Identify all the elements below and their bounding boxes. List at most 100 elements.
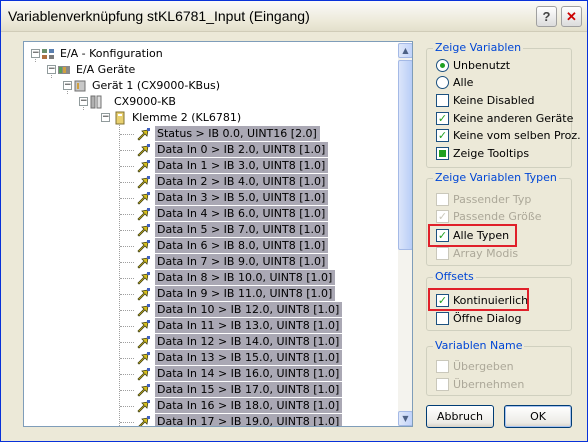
tree-connector — [120, 406, 134, 407]
option-label: Übernehmen — [453, 378, 525, 391]
variable-label: Status > IB 0.0, UINT16 [2.0] — [155, 126, 320, 141]
variable-row[interactable]: Data In 16 > IB 18.0, UINT8 [1.0] — [24, 398, 396, 414]
radio-button[interactable] — [436, 76, 449, 89]
input-variable-icon — [136, 367, 152, 381]
tree-node-geraet1[interactable]: − Gerät 1 (CX9000-KBus) — [24, 78, 384, 94]
variable-row[interactable]: Data In 3 > IB 5.0, UINT8 [1.0] — [24, 190, 396, 206]
group-title: Offsets — [433, 270, 476, 283]
checkbox[interactable] — [436, 312, 449, 325]
variable-label: Data In 9 > IB 11.0, UINT8 [1.0] — [155, 286, 336, 301]
input-variable-icon — [136, 143, 152, 157]
abbruch-button[interactable]: Abbruch — [426, 405, 494, 428]
variable-label: Data In 0 > IB 2.0, UINT8 [1.0] — [155, 142, 329, 157]
variable-label: Data In 13 > IB 15.0, UINT8 [1.0] — [155, 350, 343, 365]
tree-node-root[interactable]: − E/A - Konfiguration — [24, 46, 384, 62]
option-label: Keine anderen Geräte — [453, 112, 574, 125]
variable-row[interactable]: Data In 0 > IB 2.0, UINT8 [1.0] — [24, 142, 396, 158]
close-button[interactable]: ✕ — [561, 6, 582, 27]
variable-row[interactable]: Data In 9 > IB 11.0, UINT8 [1.0] — [24, 286, 396, 302]
checkbox-checked[interactable]: ✓ — [436, 112, 449, 125]
collapse-toggle[interactable]: − — [47, 65, 56, 74]
tree-connector — [120, 310, 134, 311]
variable-tree[interactable]: − E/A - Konfiguration − E/A Geräte − Ger… — [23, 41, 413, 427]
scroll-up-button[interactable]: ▲ — [398, 43, 412, 58]
variable-label: Data In 7 > IB 9.0, UINT8 [1.0] — [155, 254, 329, 269]
variable-row[interactable]: Status > IB 0.0, UINT16 [2.0] — [24, 126, 396, 142]
ok-button[interactable]: OK — [504, 405, 572, 428]
title-bar[interactable]: Variablenverknüpfung stKL6781_Input (Ein… — [1, 1, 587, 32]
tree-connector — [120, 262, 134, 263]
checkbox[interactable] — [436, 94, 449, 107]
variable-label: Data In 10 > IB 12.0, UINT8 [1.0] — [155, 302, 343, 317]
variable-row[interactable]: Data In 15 > IB 17.0, UINT8 [1.0] — [24, 382, 396, 398]
tree-connector — [120, 374, 134, 375]
variable-row[interactable]: Data In 13 > IB 15.0, UINT8 [1.0] — [24, 350, 396, 366]
group-title: Zeige Variablen — [433, 41, 524, 54]
input-variable-icon — [136, 223, 152, 237]
variable-row[interactable]: Data In 7 > IB 9.0, UINT8 [1.0] — [24, 254, 396, 270]
tree-connector — [120, 246, 134, 247]
variable-label: Data In 4 > IB 6.0, UINT8 [1.0] — [155, 206, 329, 221]
devices-icon — [57, 63, 72, 77]
tree-connector — [120, 278, 134, 279]
scroll-thumb[interactable] — [398, 60, 412, 250]
input-variable-icon — [136, 415, 152, 426]
tree-scrollbar[interactable]: ▲ ▼ — [398, 43, 412, 426]
option-label: Alle — [453, 76, 474, 89]
variable-row[interactable]: Data In 11 > IB 13.0, UINT8 [1.0] — [24, 318, 396, 334]
group-zeige-typen: Zeige Variablen Typen Passender Typ ✓ Pa… — [426, 171, 572, 266]
variable-row[interactable]: Data In 14 > IB 16.0, UINT8 [1.0] — [24, 366, 396, 382]
variable-row[interactable]: Data In 12 > IB 14.0, UINT8 [1.0] — [24, 334, 396, 350]
variable-row[interactable]: Data In 10 > IB 12.0, UINT8 [1.0] — [24, 302, 396, 318]
option-label: Unbenutzt — [453, 59, 511, 72]
collapse-toggle[interactable]: − — [79, 97, 88, 106]
radio-button-checked[interactable] — [436, 59, 449, 72]
input-variable-icon — [136, 239, 152, 253]
tree-connector — [120, 358, 134, 359]
input-variable-icon — [136, 351, 152, 365]
window-title: Variablenverknüpfung stKL6781_Input (Ein… — [8, 8, 310, 24]
collapse-toggle[interactable]: − — [63, 81, 72, 90]
variable-row[interactable]: Data In 1 > IB 3.0, UINT8 [1.0] — [24, 158, 396, 174]
tree-node-label: E/A Geräte — [76, 63, 136, 76]
option-label: Zeige Tooltips — [453, 147, 530, 160]
tree-node-label: E/A - Konfiguration — [60, 47, 163, 60]
tree-connector — [120, 150, 134, 151]
tree-node-klemme[interactable]: − Klemme 2 (KL6781) — [24, 110, 384, 126]
input-variable-icon — [136, 287, 152, 301]
variable-row[interactable]: Data In 6 > IB 8.0, UINT8 [1.0] — [24, 238, 396, 254]
variable-row[interactable]: Data In 17 > IB 19.0, UINT8 [1.0] — [24, 414, 396, 426]
option-label: Passender Typ — [453, 193, 532, 206]
collapse-toggle[interactable]: − — [31, 49, 40, 58]
tree-connector — [120, 422, 134, 423]
checkbox-indeterminate[interactable] — [436, 147, 449, 160]
option-label: Öffne Dialog — [453, 312, 522, 325]
tree-node-label: CX9000-KB — [114, 95, 176, 108]
checkbox-disabled — [436, 193, 449, 206]
collapse-toggle[interactable]: − — [101, 113, 110, 122]
variable-label: Data In 5 > IB 7.0, UINT8 [1.0] — [155, 222, 329, 237]
help-button[interactable]: ? — [536, 6, 557, 27]
input-variable-icon — [136, 271, 152, 285]
variable-label: Data In 14 > IB 16.0, UINT8 [1.0] — [155, 366, 343, 381]
group-title: Variablen Name — [433, 339, 525, 352]
variable-label: Data In 15 > IB 17.0, UINT8 [1.0] — [155, 382, 343, 397]
variable-row[interactable]: Data In 5 > IB 7.0, UINT8 [1.0] — [24, 222, 396, 238]
input-variable-icon — [136, 127, 152, 141]
variable-label: Data In 6 > IB 8.0, UINT8 [1.0] — [155, 238, 329, 253]
variable-row[interactable]: Data In 4 > IB 6.0, UINT8 [1.0] — [24, 206, 396, 222]
variable-row[interactable]: Data In 8 > IB 10.0, UINT8 [1.0] — [24, 270, 396, 286]
scroll-down-button[interactable]: ▼ — [398, 411, 412, 426]
group-title: Zeige Variablen Typen — [433, 171, 559, 184]
variable-row[interactable]: Data In 2 > IB 4.0, UINT8 [1.0] — [24, 174, 396, 190]
terminal-icon — [113, 111, 128, 125]
option-label: Array Modis — [453, 247, 519, 260]
input-variable-icon — [136, 175, 152, 189]
checkbox-disabled — [436, 247, 449, 260]
checkbox-checked[interactable]: ✓ — [436, 129, 449, 142]
tree-connector — [120, 198, 134, 199]
option-label: Keine vom selben Proz. — [453, 129, 581, 142]
input-variable-icon — [136, 319, 152, 333]
tree-node-cx[interactable]: − CX9000-KB — [24, 94, 384, 110]
tree-node-geraete[interactable]: − E/A Geräte — [24, 62, 384, 78]
